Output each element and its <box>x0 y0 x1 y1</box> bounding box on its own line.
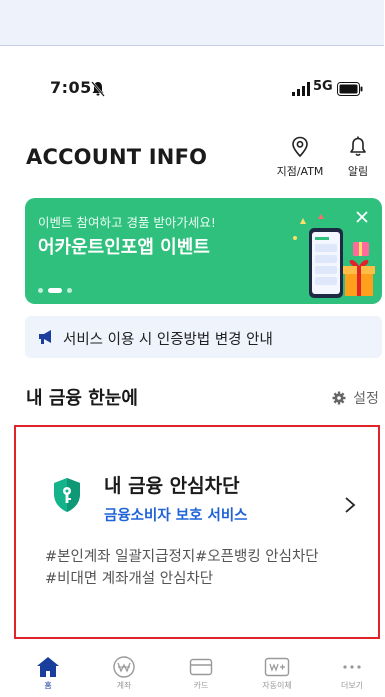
megaphone-icon <box>39 330 51 344</box>
shield-key-icon <box>54 478 80 512</box>
bell-off-icon <box>91 81 105 97</box>
tab-label: 자동이체 <box>262 681 292 690</box>
alarm-label: 알림 <box>347 165 369 178</box>
tab-home[interactable]: 홈 <box>18 656 78 691</box>
won-icon <box>113 656 135 678</box>
notice-text: 서비스 이용 시 인증방법 변경 안내 <box>63 332 273 348</box>
event-banner[interactable]: 이벤트 참여하고 경품 받아가세요! 어카운트인포앱 이벤트 <box>25 198 382 304</box>
banner-subtitle: 이벤트 참여하고 경품 받아가세요! <box>38 215 216 230</box>
card-tags: #본인계좌 일괄지급정지#오픈뱅킹 안심차단 #비대면 계좌개설 안심차단 <box>45 546 319 590</box>
branch-atm-button[interactable]: 지점/ATM <box>272 136 328 179</box>
location-pin-icon <box>292 136 308 158</box>
card-title: 내 금융 안심차단 <box>104 475 240 497</box>
tab-card[interactable]: 카드 <box>171 656 231 691</box>
more-icon <box>343 665 361 669</box>
safety-block-card[interactable]: 내 금융 안심차단 금융소비자 보호 서비스 #본인계좌 일괄지급정지#오픈뱅킹… <box>14 425 380 639</box>
bell-icon <box>350 136 366 157</box>
top-bar <box>0 0 384 46</box>
battery-icon <box>337 82 363 96</box>
notice-bar[interactable]: 서비스 이용 시 인증방법 변경 안내 <box>25 316 382 358</box>
settings-button[interactable]: 설정 <box>332 388 379 408</box>
alarm-button[interactable]: 알림 <box>340 136 376 179</box>
tab-account[interactable]: 계좌 <box>94 656 154 691</box>
tab-label: 계좌 <box>116 681 132 690</box>
card-tag-line: #비대면 계좌개설 안심차단 <box>45 571 214 587</box>
signal-icon <box>292 82 310 96</box>
network-type: 5G <box>313 79 333 94</box>
tab-label: 카드 <box>193 681 209 690</box>
settings-label: 설정 <box>353 391 379 407</box>
transfer-icon <box>264 657 290 677</box>
section-title: 내 금융 한눈에 <box>26 388 138 409</box>
card-subtitle: 금융소비자 보호 서비스 <box>104 508 248 524</box>
tab-label: 더보기 <box>340 681 364 690</box>
status-time: 7:05 <box>50 78 92 97</box>
chevron-right-icon <box>345 497 356 513</box>
close-icon[interactable] <box>355 210 369 224</box>
banner-pager[interactable] <box>38 280 77 299</box>
branch-atm-label: 지점/ATM <box>276 165 324 178</box>
page-title: ACCOUNT INFO <box>26 145 208 169</box>
tab-label: 홈 <box>44 681 52 690</box>
card-icon <box>189 658 213 676</box>
bottom-tab-bar: 홈 계좌 카드 자동이체 더보기 <box>0 652 385 697</box>
home-icon <box>37 657 59 677</box>
tab-more[interactable]: 더보기 <box>322 656 382 691</box>
gear-icon <box>332 391 346 405</box>
banner-title: 어카운트인포앱 이벤트 <box>38 237 210 258</box>
card-tag-line: #본인계좌 일괄지급정지#오픈뱅킹 안심차단 <box>45 549 319 565</box>
status-bar: 7:05 5G <box>0 78 385 102</box>
tab-auto-transfer[interactable]: 자동이체 <box>247 656 307 691</box>
